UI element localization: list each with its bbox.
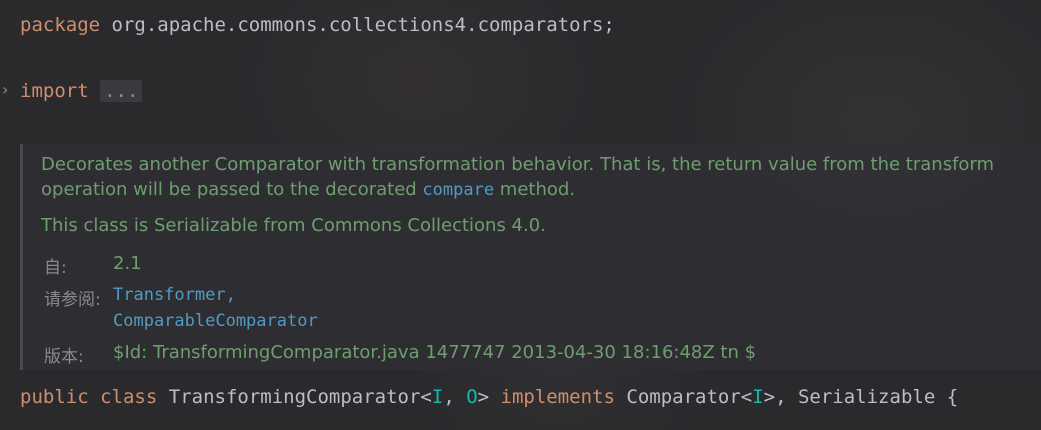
doc-see-link-comparable[interactable]: ComparableComparator — [113, 311, 318, 331]
interface-name: Comparator< — [614, 386, 753, 408]
type-param-i-2: I — [752, 386, 764, 408]
package-name: org.apache.commons.collections4.comparat… — [100, 14, 615, 36]
type-param-o: O — [466, 386, 478, 408]
doc-description: Decorates another Comparator with transf… — [41, 152, 1021, 203]
package-line[interactable]: package org.apache.commons.collections4.… — [20, 13, 615, 37]
package-keyword: package — [20, 14, 101, 36]
doc-version-value: $Id: TransformingComparator.java 1477747… — [113, 342, 757, 363]
doc-code-compare: compare — [422, 180, 495, 200]
doc-see-link-transformer[interactable]: Transformer — [113, 285, 226, 305]
import-keyword: import — [20, 80, 89, 102]
class-decl-rest: >, Serializable { — [763, 386, 959, 408]
public-keyword: public — [20, 386, 89, 408]
class-declaration-line[interactable]: public class TransformingComparator<I, O… — [20, 385, 958, 409]
doc-since-label: 自: — [44, 258, 67, 278]
doc-description-end: method. — [494, 179, 576, 200]
folded-imports[interactable]: ... — [100, 80, 143, 102]
doc-see-label: 请参阅: — [44, 290, 101, 310]
type-param-i: I — [431, 386, 444, 408]
implements-keyword: implements — [500, 386, 615, 408]
class-name: TransformingComparator< — [168, 386, 432, 408]
code-editor[interactable]: package org.apache.commons.collections4.… — [0, 0, 1041, 430]
doc-serializable-note: This class is Serializable from Commons … — [41, 215, 546, 236]
import-line[interactable]: import ... — [20, 79, 143, 103]
comma: , — [443, 386, 467, 408]
doc-since-value: 2.1 — [113, 253, 142, 274]
class-keyword: class — [100, 386, 158, 408]
doc-version-label: 版本: — [44, 347, 84, 367]
generic-close: > — [477, 386, 501, 408]
chevron-right-icon[interactable]: › — [2, 80, 8, 99]
doc-see-separator: , — [225, 285, 236, 305]
